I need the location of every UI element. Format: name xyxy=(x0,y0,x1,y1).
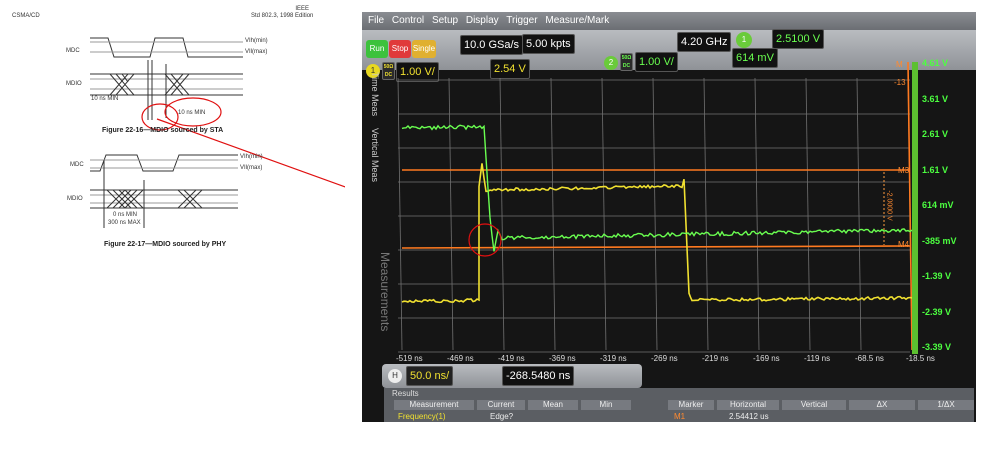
col-measurement: Measurement xyxy=(394,400,474,410)
ieee-document-excerpt: CSMA/CD IEEE Std 802.3, 1998 Edition MDC… xyxy=(0,0,345,260)
y-tick-label: -385 mV xyxy=(922,236,957,246)
x-tick-label: -119 ns xyxy=(804,354,830,363)
x-tick-label: -469 ns xyxy=(447,354,474,363)
x-tick-label: -419 ns xyxy=(498,354,525,363)
marker-delta: -2.0000 V xyxy=(886,190,893,220)
y-tick-label: -3.39 V xyxy=(922,342,951,352)
meas-row-current: Edge? xyxy=(490,412,513,421)
fig17-mdc-label: MDC xyxy=(70,162,84,168)
fig16-vil: VIl(max) xyxy=(245,49,267,55)
col-delta-x: ΔX xyxy=(849,400,915,410)
marker-m-label: M xyxy=(896,60,903,69)
fig16-hold-label: 10 ns MIN xyxy=(178,110,205,116)
y-tick-label: 614 mV xyxy=(922,200,954,210)
marker-m-value: -13 xyxy=(894,78,906,87)
y-tick-label: 1.61 V xyxy=(922,165,948,175)
x-tick-label: -169 ns xyxy=(753,354,780,363)
x-tick-label: -68.5 ns xyxy=(855,354,884,363)
fig16-vih: VIh(min) xyxy=(245,38,268,44)
results-panel: Results Measurement Current Mean Min Fre… xyxy=(384,388,974,422)
y-tick-label: 4.61 V xyxy=(922,58,948,68)
oscilloscope-screen: File Control Setup Display Trigger Measu… xyxy=(362,12,976,422)
marker-row-horizontal: 2.54412 us xyxy=(729,412,769,421)
fig17-mdio-label: MDIO xyxy=(67,196,83,202)
fig16-caption: Figure 22-16—MDIO sourced by STA xyxy=(102,127,223,134)
y-tick-label: 3.61 V xyxy=(922,94,948,104)
col-vertical: Vertical xyxy=(782,400,846,410)
y-tick-label: -2.39 V xyxy=(922,307,951,317)
col-mean: Mean xyxy=(528,400,578,410)
col-current: Current xyxy=(477,400,525,410)
horizontal-badge: H xyxy=(388,369,402,383)
timebase-scale[interactable]: 50.0 ns/ xyxy=(406,366,453,386)
col-inv-delta-x: 1/ΔX xyxy=(918,400,974,410)
x-tick-label: -319 ns xyxy=(600,354,627,363)
x-tick-label: -369 ns xyxy=(549,354,576,363)
x-tick-label: -18.5 ns xyxy=(906,354,935,363)
fig17-vil: VIl(max) xyxy=(240,165,262,171)
y-tick-label: 2.61 V xyxy=(922,129,948,139)
col-horizontal: Horizontal xyxy=(717,400,779,410)
fig17-delay-max: 300 ns MAX xyxy=(108,220,141,226)
x-tick-label: -519 ns xyxy=(396,354,423,363)
meas-row-name[interactable]: Frequency(1) xyxy=(398,412,446,421)
fig16-setup-label: 10 ns MIN xyxy=(91,96,118,102)
ch2-scale-bar xyxy=(912,62,918,354)
marker-m-vertical xyxy=(908,62,912,350)
fig17-caption: Figure 22-17—MDIO sourced by PHY xyxy=(104,241,226,248)
timebase-position[interactable]: -268.5480 ns xyxy=(502,366,574,386)
fig17-vih: VIh(min) xyxy=(240,154,263,160)
results-title: Results xyxy=(392,389,419,398)
fig16-mdio-label: MDIO xyxy=(66,81,82,87)
marker-row-name[interactable]: M1 xyxy=(674,412,685,421)
marker-m3-label: M3 xyxy=(898,166,909,175)
x-tick-label: -269 ns xyxy=(651,354,678,363)
x-tick-label: -219 ns xyxy=(702,354,729,363)
col-min: Min xyxy=(581,400,631,410)
col-marker: Marker xyxy=(668,400,714,410)
y-tick-label: -1.39 V xyxy=(922,271,951,281)
fig16-mdc-label: MDC xyxy=(66,48,80,54)
ch1-trace xyxy=(402,163,912,302)
marker-m4-label: M4 xyxy=(898,240,909,249)
fig17-delay-min: 0 ns MIN xyxy=(113,212,137,218)
